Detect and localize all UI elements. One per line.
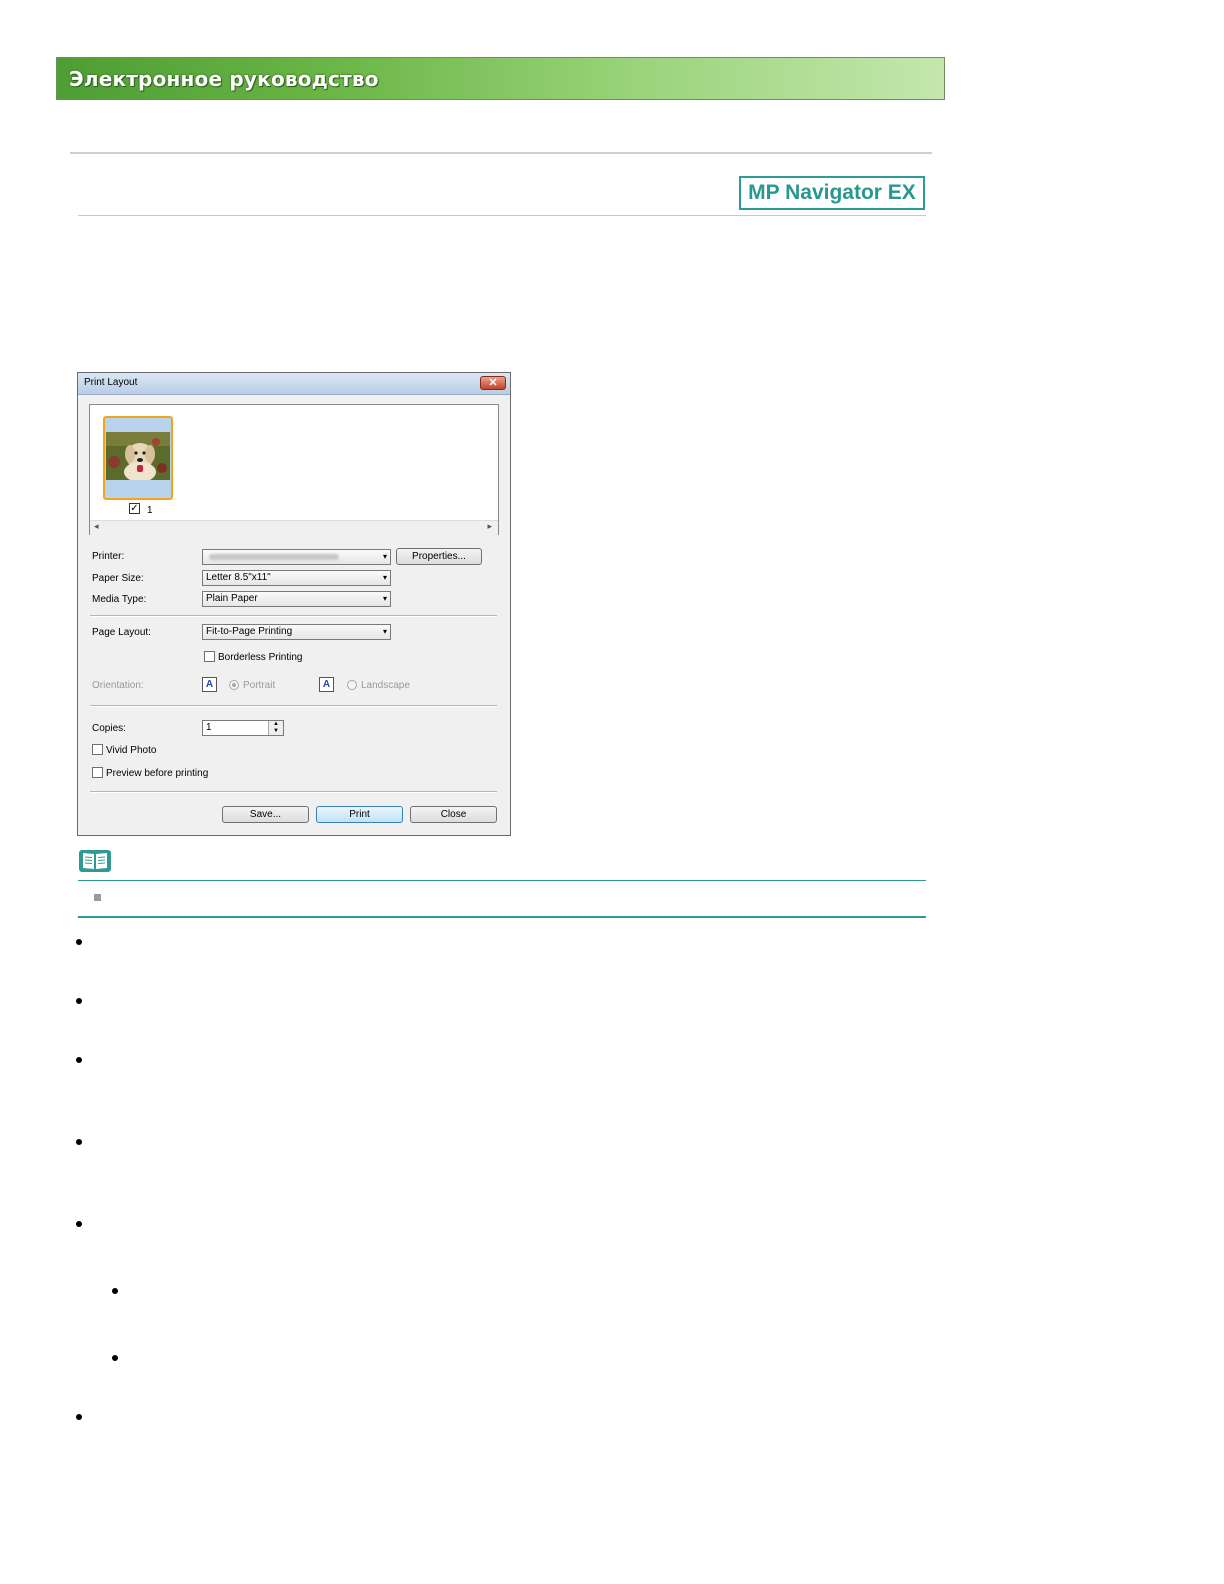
separator xyxy=(90,615,497,617)
borderless-printing-label: Borderless Printing xyxy=(218,652,303,663)
save-button[interactable]: Save... xyxy=(222,806,309,823)
list-bullet xyxy=(76,939,82,945)
list-bullet xyxy=(76,1414,82,1420)
landscape-radio[interactable] xyxy=(347,680,357,690)
media-type-select[interactable]: Plain Paper ▾ xyxy=(202,591,391,607)
spin-buttons[interactable]: ▲ ▼ xyxy=(268,721,283,735)
close-button[interactable]: Close xyxy=(410,806,497,823)
list-bullet xyxy=(76,998,82,1004)
note-book-icon xyxy=(79,850,111,872)
title-divider xyxy=(78,215,926,216)
paper-size-select[interactable]: Letter 8.5"x11" ▾ xyxy=(202,570,391,586)
mp-navigator-logo: MP Navigator EX xyxy=(739,176,925,210)
thumbnail-pane: ✓ 1 ◂ ▸ xyxy=(89,404,499,535)
page-thumbnail[interactable] xyxy=(103,416,173,500)
landscape-label: Landscape xyxy=(361,680,410,691)
copies-stepper[interactable]: 1 ▲ ▼ xyxy=(202,720,284,736)
dog-photo xyxy=(106,432,170,480)
paper-size-label: Paper Size: xyxy=(92,573,144,584)
portrait-orientation-icon: A xyxy=(202,677,217,692)
landscape-orientation-icon: A xyxy=(319,677,334,692)
page-layout-value: Fit-to-Page Printing xyxy=(206,626,293,637)
scroll-right-icon[interactable]: ▸ xyxy=(487,521,492,532)
copies-value: 1 xyxy=(206,722,212,733)
note-bullet xyxy=(94,894,101,901)
list-bullet xyxy=(76,1057,82,1063)
print-layout-dialog: Print Layout ✕ ✓ 1 ◂ ▸ Printer: ▾ Proper… xyxy=(77,372,511,836)
page-layout-select[interactable]: Fit-to-Page Printing ▾ xyxy=(202,624,391,640)
header-bar: Электронное руководство xyxy=(56,57,945,100)
printer-name-blurred xyxy=(209,554,339,560)
header-title: Электронное руководство xyxy=(69,67,379,91)
vivid-photo-label: Vivid Photo xyxy=(106,745,157,756)
spin-up-icon[interactable]: ▲ xyxy=(269,721,283,728)
note-bottom-rule xyxy=(78,916,926,918)
preview-before-printing-checkbox[interactable] xyxy=(92,767,103,778)
chevron-down-icon: ▾ xyxy=(382,573,387,582)
copies-label: Copies: xyxy=(92,723,126,734)
borderless-printing-checkbox[interactable] xyxy=(204,651,215,662)
scroll-left-icon[interactable]: ◂ xyxy=(94,521,99,532)
separator xyxy=(90,791,497,793)
media-type-value: Plain Paper xyxy=(206,593,258,604)
properties-button[interactable]: Properties... xyxy=(396,548,482,565)
separator xyxy=(90,705,497,707)
paper-size-value: Letter 8.5"x11" xyxy=(206,572,271,583)
list-bullet xyxy=(76,1139,82,1145)
portrait-radio[interactable] xyxy=(229,680,239,690)
print-button[interactable]: Print xyxy=(316,806,403,823)
chevron-down-icon: ▾ xyxy=(382,552,387,561)
orientation-label: Orientation: xyxy=(92,680,144,691)
portrait-label: Portrait xyxy=(243,680,276,691)
thumbnail-checkbox[interactable]: ✓ xyxy=(129,503,140,514)
printer-select[interactable]: ▾ xyxy=(202,549,391,565)
close-icon[interactable]: ✕ xyxy=(480,376,506,390)
list-bullet-nested xyxy=(112,1288,118,1294)
media-type-label: Media Type: xyxy=(92,594,147,605)
logo-text: MP Navigator EX xyxy=(748,181,916,204)
list-bullet-nested xyxy=(112,1355,118,1361)
dialog-title: Print Layout xyxy=(84,377,138,388)
list-bullet xyxy=(76,1221,82,1227)
horizontal-scrollbar[interactable]: ◂ ▸ xyxy=(90,520,498,535)
vivid-photo-checkbox[interactable] xyxy=(92,744,103,755)
dialog-titlebar: Print Layout ✕ xyxy=(78,373,510,395)
printer-label: Printer: xyxy=(92,551,125,562)
spin-down-icon[interactable]: ▼ xyxy=(269,728,283,735)
note-top-rule xyxy=(78,880,926,881)
chevron-down-icon: ▾ xyxy=(382,594,387,603)
chevron-down-icon: ▾ xyxy=(382,627,387,636)
preview-before-printing-label: Preview before printing xyxy=(106,768,209,779)
page-layout-label: Page Layout: xyxy=(92,627,151,638)
top-divider xyxy=(70,152,932,154)
thumbnail-number: 1 xyxy=(147,505,153,516)
